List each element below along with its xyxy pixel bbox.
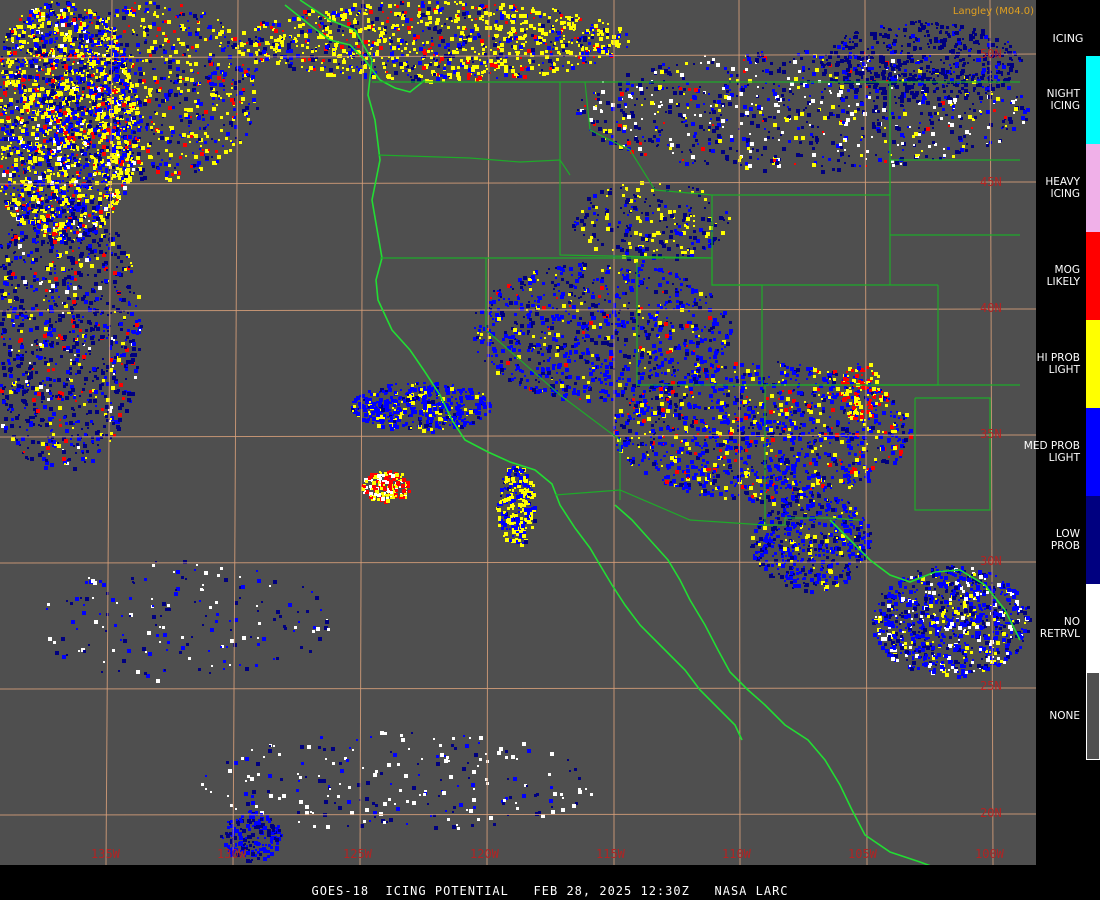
wyoming-border — [711, 195, 938, 286]
lat-label: 45N — [980, 175, 1002, 189]
lon-label: 120W — [470, 847, 500, 861]
lon-line-125w — [359, 0, 364, 865]
lon-label: 135W — [91, 847, 121, 861]
lat-line-45n — [0, 181, 1036, 185]
lat-line-25n — [0, 687, 1036, 690]
credit-label: Langley (M04.0) — [952, 6, 1034, 17]
icing-legend: ICING NIGHT ICING HEAVY ICING MOG LIKELY HI… — [1024, 0, 1100, 865]
legend-label: LOW PROB — [1050, 528, 1080, 552]
lat-label: 50N — [980, 47, 1002, 61]
legend-label: HEAVY ICING — [1045, 176, 1080, 200]
legend-item: NONE — [1036, 672, 1100, 760]
lat-label: 20N — [980, 806, 1002, 820]
lon-label: 110W — [722, 847, 752, 861]
legend-label: HI PROB LIGHT — [1036, 352, 1080, 376]
legend-item: MOG LIKELY — [1036, 232, 1100, 320]
lon-line-105w — [864, 0, 868, 865]
lon-label: 125W — [343, 847, 373, 861]
image-caption: GOES-18 ICING POTENTIAL FEB 28, 2025 12:… — [311, 884, 789, 898]
legend-swatch — [1086, 232, 1100, 320]
legend-swatch — [1086, 56, 1100, 144]
lat-line-20n — [0, 813, 1036, 816]
lon-label: 100W — [975, 847, 1005, 861]
lat-label: 30N — [980, 554, 1002, 568]
satellite-map: 50N 45N 40N 35N 30N 25N 20N 135W 130W 125W 120W 11… — [0, 0, 1036, 865]
lat-label: 25N — [980, 679, 1002, 693]
legend-swatch — [1086, 408, 1100, 496]
legend-swatch — [1086, 496, 1100, 584]
lon-line-130w — [232, 0, 239, 865]
lat-line-40n — [0, 308, 1036, 312]
legend-label: NO RETRVL — [1039, 616, 1080, 640]
legend-item: NIGHT ICING — [1036, 56, 1100, 144]
legend-item: NO RETRVL — [1036, 584, 1100, 672]
legend-title: ICING — [1052, 32, 1084, 45]
legend-label: MED PROB LIGHT — [1023, 440, 1080, 464]
oregon-washington-border — [377, 154, 571, 176]
legend-item: HEAVY ICING — [1036, 144, 1100, 232]
lon-line-120w — [486, 0, 490, 865]
lon-label: 115W — [596, 847, 626, 861]
legend-swatch — [1086, 672, 1100, 760]
lon-label: 130W — [217, 847, 247, 861]
legend-swatch — [1086, 144, 1100, 232]
legend-item: LOW PROB — [1036, 496, 1100, 584]
lat-label: 35N — [980, 427, 1002, 441]
longitude-labels: 135W 130W 125W 120W 115W 110W 105W 100W — [91, 847, 1005, 861]
legend-label: NONE — [1049, 710, 1080, 722]
legend-item: HI PROB LIGHT — [1036, 320, 1100, 408]
icing-overlay — [0, 1, 1032, 863]
utah-arizona-border — [636, 262, 1020, 386]
lat-label: 40N — [980, 301, 1002, 315]
lon-label: 105W — [848, 847, 878, 861]
newmexico-texas-border — [914, 397, 991, 511]
legend-swatch — [1086, 320, 1100, 408]
legend-swatch — [1086, 584, 1100, 672]
map-canvas: 50N 45N 40N 35N 30N 25N 20N 135W 130W 125W 120W 11… — [0, 0, 1036, 865]
legend-item: MED PROB LIGHT — [1024, 408, 1100, 496]
legend-label: MOG LIKELY — [1046, 264, 1080, 288]
legend-label: NIGHT ICING — [1046, 88, 1080, 112]
